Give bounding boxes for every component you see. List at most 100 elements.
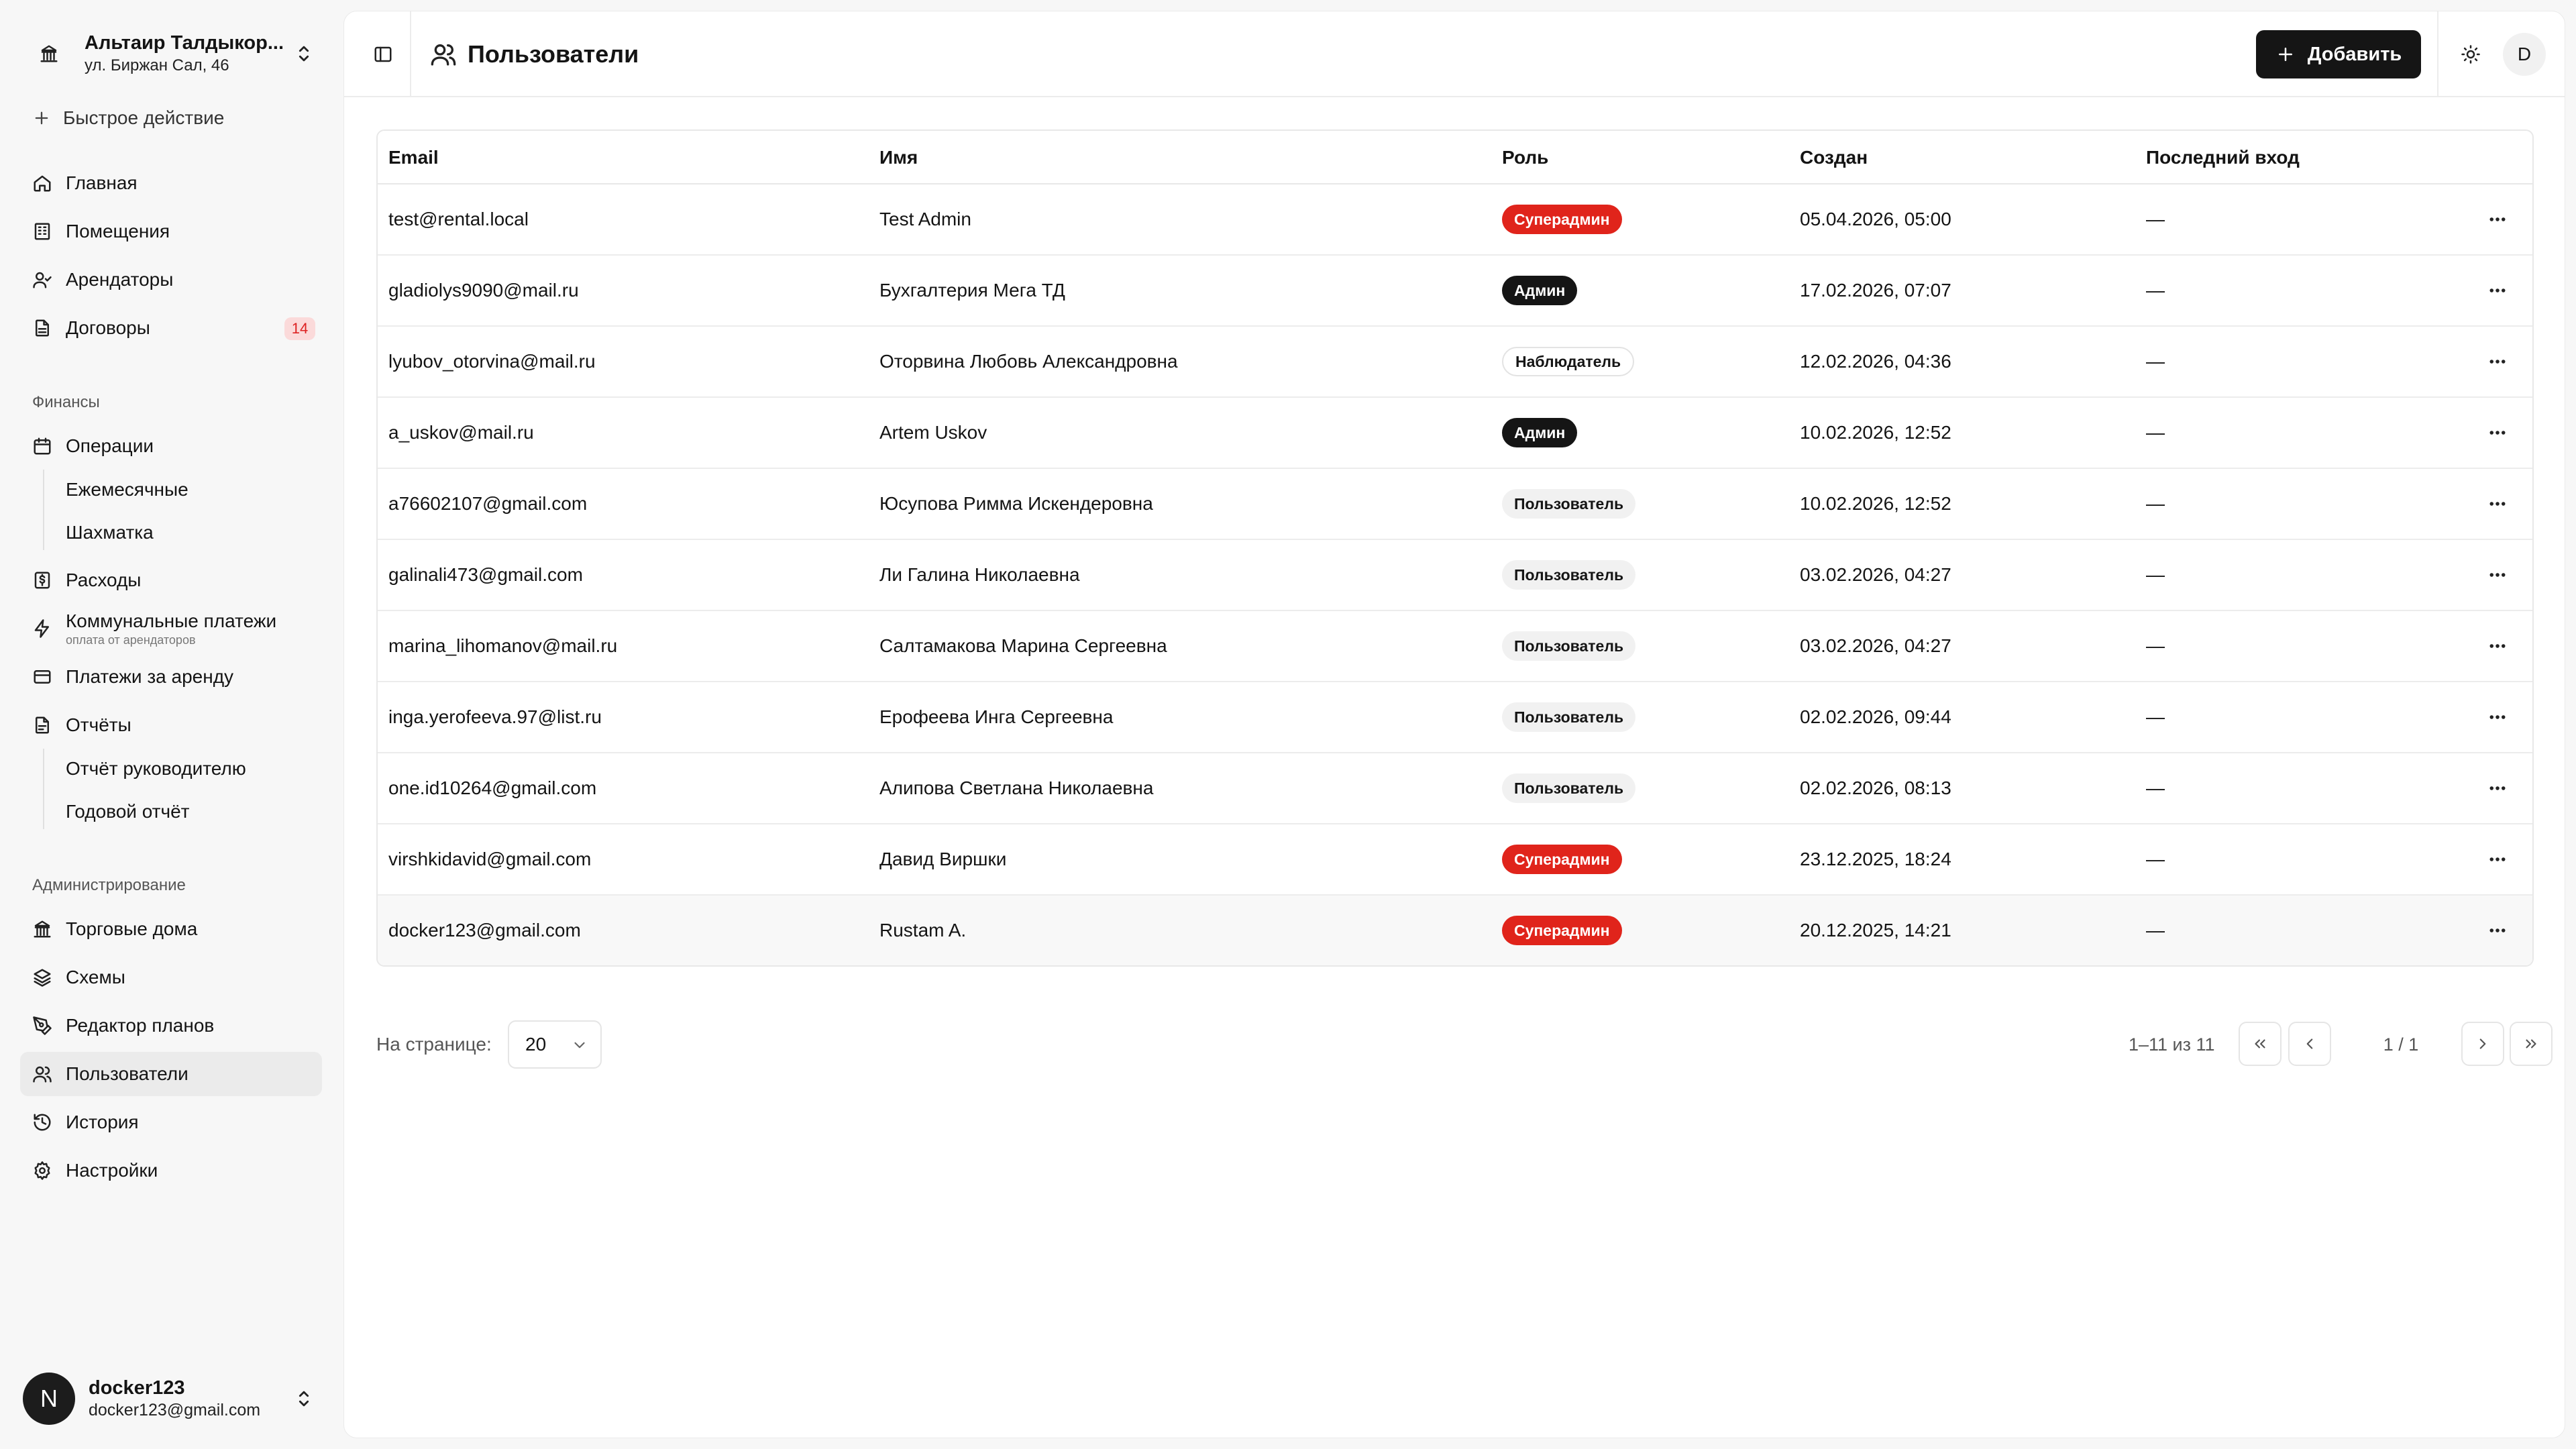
cell-name: Давид Виршки [879, 849, 1007, 869]
row-actions-button[interactable] [2484, 775, 2511, 802]
role-badge: Пользователь [1502, 631, 1636, 661]
sidebar-item-tenants[interactable]: Арендаторы [20, 258, 322, 302]
sidebar-item-premises[interactable]: Помещения [20, 209, 322, 254]
sidebar-subitem-chess[interactable]: Шахматка [66, 514, 154, 551]
sidebar-toggle-button[interactable] [370, 41, 396, 68]
users-icon [431, 44, 456, 66]
table-row[interactable]: marina_lihomanov@mail.ru Салтамакова Мари… [378, 611, 2532, 682]
sidebar-item-label: Настройки [66, 1160, 158, 1181]
cell-email: inga.yerofeeva.97@list.ru [388, 706, 602, 727]
sidebar-item-reports[interactable]: Отчёты [20, 703, 322, 747]
first-page-button[interactable] [2239, 1022, 2282, 1066]
table-row[interactable]: one.id10264@gmail.com Алипова Светлана Ни… [378, 753, 2532, 824]
next-page-button[interactable] [2461, 1022, 2504, 1066]
row-actions-button[interactable] [2484, 277, 2511, 304]
row-actions-button[interactable] [2484, 917, 2511, 944]
sidebar-item-label: Торговые дома [66, 918, 198, 939]
cell-role: Пользователь [1502, 611, 1636, 681]
table-row[interactable]: docker123@gmail.com Rustam A. Суперадмин 20… [378, 896, 2532, 965]
sidebar-item-operations[interactable]: Операции [20, 424, 322, 468]
cell-created: 10.02.2026, 12:52 [1800, 493, 1951, 514]
role-badge: Админ [1502, 418, 1578, 447]
row-actions-button[interactable] [2484, 490, 2511, 517]
cell-name: Rustam A. [879, 920, 967, 941]
row-actions-button[interactable] [2484, 561, 2511, 588]
last-page-button[interactable] [2510, 1022, 2553, 1066]
sidebar-item-expenses[interactable]: Расходы [20, 558, 322, 602]
sidebar-item-contracts[interactable]: Договоры 14 [20, 306, 322, 350]
quick-action-button[interactable]: Быстрое действие [32, 102, 224, 134]
row-actions-button[interactable] [2484, 348, 2511, 375]
row-actions-button[interactable] [2484, 206, 2511, 233]
row-actions-button[interactable] [2484, 419, 2511, 446]
row-actions-button[interactable] [2484, 633, 2511, 659]
more-horizontal-icon [2489, 288, 2506, 292]
top-bar: Пользователи Добавить D [344, 11, 2565, 97]
sidebar-item-plan-editor[interactable]: Редактор планов [20, 1004, 322, 1048]
sidebar-item-label: Редактор планов [66, 1015, 215, 1036]
column-header-last-login[interactable]: Последний вход [2146, 131, 2300, 184]
current-user-menu[interactable]: N docker123 docker123@gmail.com [23, 1368, 322, 1429]
sidebar-item-settings[interactable]: Настройки [20, 1148, 322, 1193]
per-page-select[interactable]: 20 [508, 1020, 602, 1069]
sun-icon [2461, 45, 2480, 64]
user-avatar: N [23, 1373, 75, 1425]
sidebar-item-schemes[interactable]: Схемы [20, 955, 322, 1000]
divider [2437, 11, 2438, 97]
sidebar-item-rent-payments[interactable]: Платежи за аренду [20, 655, 322, 699]
receipt-icon [34, 572, 50, 589]
column-header-role[interactable]: Роль [1502, 131, 1548, 184]
sidebar-item-label: Отчёты [66, 714, 131, 735]
cell-last-login: — [2146, 493, 2165, 514]
cell-email: a76602107@gmail.com [388, 493, 588, 514]
row-actions-button[interactable] [2484, 704, 2511, 731]
row-actions-button[interactable] [2484, 846, 2511, 873]
table-row[interactable]: test@rental.local Test Admin Суперадмин 05.… [378, 184, 2532, 256]
sidebar-item-users[interactable]: Пользователи [20, 1052, 322, 1096]
table-row[interactable]: a_uskov@mail.ru Artem Uskov Админ 10.02.202… [378, 398, 2532, 469]
cell-actions [2484, 753, 2511, 823]
lightning-icon [34, 619, 49, 638]
table-row[interactable]: gladiolys9090@mail.ru Бухгалтерия Мега ТД… [378, 256, 2532, 327]
role-badge: Суперадмин [1502, 916, 1622, 945]
sidebar-item-label: Арендаторы [66, 269, 174, 290]
contracts-count-badge: 14 [284, 317, 315, 340]
column-header-email[interactable]: Email [388, 131, 439, 184]
home-icon [34, 175, 51, 192]
sidebar-subitem-manager-report[interactable]: Отчёт руководителю [66, 750, 246, 788]
cell-email: one.id10264@gmail.com [388, 777, 597, 798]
sidebar-item-utilities[interactable]: Коммунальные платежи оплата от арендатор… [20, 602, 322, 655]
more-horizontal-icon [2489, 857, 2506, 861]
table-header: Email Имя Роль Создан Последний вход [378, 131, 2532, 184]
table-row[interactable]: lyubov_otorvina@mail.ru Оторвина Любовь А… [378, 327, 2532, 398]
chevron-down-icon [574, 1042, 585, 1049]
cell-actions [2484, 398, 2511, 468]
user-email: docker123@gmail.com [89, 1401, 261, 1419]
organization-switcher[interactable]: Альтаир Талдыкор... ул. Биржан Сал, 46 [23, 21, 322, 86]
previous-page-button[interactable] [2288, 1022, 2331, 1066]
sidebar-item-sublabel: оплата от арендаторов [66, 633, 196, 647]
bank-building-icon [28, 33, 70, 74]
quick-action-label: Быстрое действие [63, 107, 225, 128]
table-row[interactable]: virshkidavid@gmail.com Давид Виршки Супера… [378, 824, 2532, 896]
sidebar-item-history[interactable]: История [20, 1100, 322, 1144]
theme-toggle-button[interactable] [2457, 41, 2484, 68]
table-row[interactable]: a76602107@gmail.com Юсупова Римма Искенде… [378, 469, 2532, 540]
sidebar-subitem-annual-report[interactable]: Годовой отчёт [66, 793, 189, 830]
page-title: Пользователи [430, 36, 639, 73]
account-avatar[interactable]: D [2503, 33, 2546, 76]
column-header-name[interactable]: Имя [879, 131, 918, 184]
sidebar-item-malls[interactable]: Торговые дома [20, 907, 322, 951]
add-user-button[interactable]: Добавить [2256, 30, 2421, 78]
table-row[interactable]: inga.yerofeeva.97@list.ru Ерофеева Инга С… [378, 682, 2532, 753]
sidebar-item-label: Главная [66, 172, 138, 193]
cell-role: Наблюдатель [1502, 327, 1635, 396]
cell-last-login: — [2146, 422, 2165, 443]
role-badge: Пользователь [1502, 773, 1636, 803]
sidebar-subitem-monthly[interactable]: Ежемесячные [66, 471, 189, 508]
table-row[interactable]: galinali473@gmail.com Ли Галина Николаевн… [378, 540, 2532, 611]
cell-role: Суперадмин [1502, 824, 1622, 894]
column-header-created[interactable]: Создан [1800, 131, 1868, 184]
sidebar-item-home[interactable]: Главная [20, 161, 322, 205]
file-text-icon [36, 319, 49, 337]
